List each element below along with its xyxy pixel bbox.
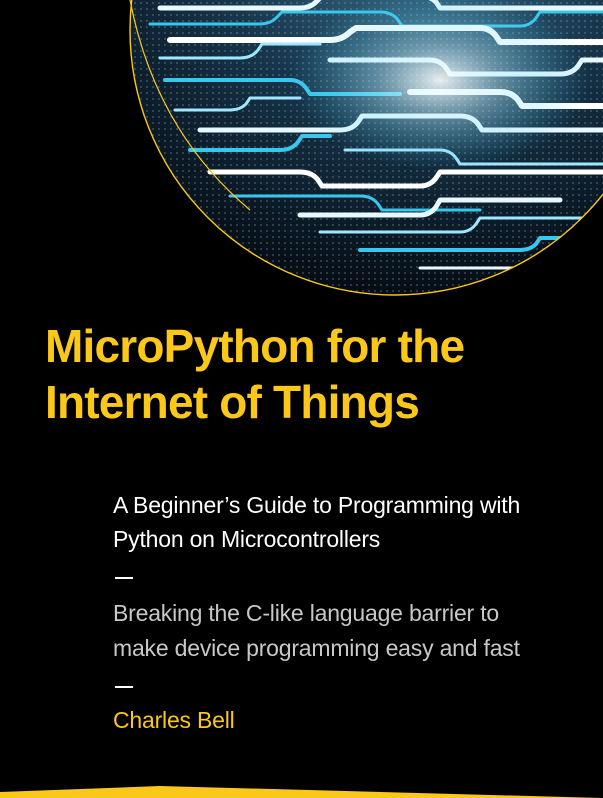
book-title-line-2: Internet of Things [45,376,420,428]
book-author: Charles Bell [113,707,235,733]
book-cover: MicroPython for the Internet of Things A… [0,0,603,798]
circuit-traces-image [129,0,603,296]
book-tagline-line-2: make device programming easy and fast [113,635,520,661]
book-title-line-1: MicroPython for the [45,320,465,372]
book-subtitle: A Beginner’s Guide to Programming with P… [113,488,583,556]
bottom-accent-stripe [0,786,603,798]
book-subtitle-line-1: A Beginner’s Guide to Programming with [113,492,521,518]
book-tagline-line-1: Breaking the C-like language barrier to [113,600,499,626]
divider-dash [115,577,133,579]
book-tagline: Breaking the C-like language barrier to … [113,596,593,666]
book-title: MicroPython for the Internet of Things [45,318,590,430]
book-subtitle-line-2: Python on Microcontrollers [113,526,381,552]
divider-dash [115,686,133,688]
